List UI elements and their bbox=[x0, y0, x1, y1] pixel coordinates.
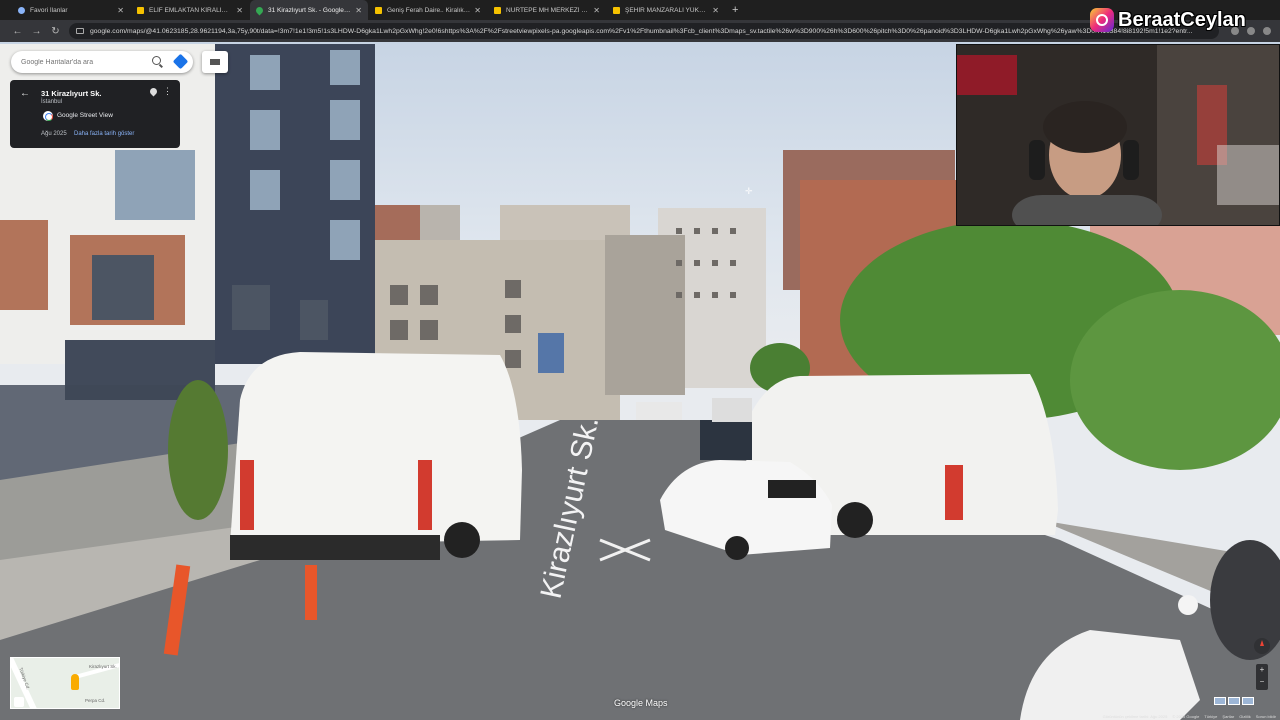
source-label: Google Street View bbox=[57, 112, 113, 119]
map-label: Kirazlıyurt Sk. bbox=[89, 664, 117, 669]
footer-terms[interactable]: Şartlar bbox=[1222, 714, 1234, 719]
new-tab-button[interactable]: + bbox=[732, 4, 738, 16]
directions-icon[interactable] bbox=[172, 53, 189, 70]
tab-label: NURTEPE MH MERKEZİ KONUM bbox=[506, 6, 589, 14]
google-logo-icon bbox=[43, 111, 53, 121]
footer-report[interactable]: Sorun bildir bbox=[1256, 714, 1276, 719]
site-info-icon[interactable] bbox=[76, 28, 84, 34]
streamer-shirt bbox=[1012, 195, 1162, 225]
shrub bbox=[168, 380, 228, 520]
streamer-hair bbox=[1043, 101, 1127, 153]
photo-thumbnails[interactable] bbox=[1214, 697, 1254, 705]
expand-map-icon[interactable] bbox=[14, 697, 24, 707]
search-icon[interactable] bbox=[152, 56, 161, 65]
close-icon[interactable]: ✕ bbox=[474, 6, 481, 15]
photo-thumbnail[interactable] bbox=[1242, 697, 1254, 705]
close-icon[interactable]: ✕ bbox=[593, 6, 600, 15]
tab-label: ELİF EMLAKTAN KİRALIK 1+1 S bbox=[149, 6, 232, 14]
address-bar[interactable]: google.com/maps/@41.0623185,28.9621194,3… bbox=[69, 23, 1219, 39]
google-maps-watermark: Google Maps bbox=[614, 698, 668, 708]
compass-icon[interactable] bbox=[1254, 638, 1270, 654]
tab-label: Favori İlanlar bbox=[30, 6, 68, 14]
tab-label: ŞEHİR MANZARALI YÜKSEK KA bbox=[625, 6, 708, 14]
map-label: Perpa Cd. bbox=[85, 698, 106, 703]
maps-footer: Görüntünün çekilme tarihi: Ağu 2025 © 20… bbox=[1075, 712, 1280, 720]
apartment-building bbox=[605, 235, 685, 395]
crosshair-icon: ✛ bbox=[745, 186, 753, 196]
place-subtitle: İstanbul bbox=[41, 99, 63, 105]
headset bbox=[1123, 140, 1139, 180]
browser-tab-4[interactable]: NURTEPE MH MERKEZİ KONUM ✕ bbox=[488, 0, 606, 20]
sahibinden-icon bbox=[494, 6, 501, 14]
forward-arrow-icon[interactable]: → bbox=[27, 26, 46, 37]
sahibinden-icon bbox=[375, 6, 382, 14]
location-pin-icon[interactable] bbox=[148, 86, 159, 97]
browser-toolbar: ← → ↻ google.com/maps/@41.0623185,28.962… bbox=[0, 20, 1280, 42]
close-icon[interactable]: ✕ bbox=[117, 6, 124, 15]
url-text: google.com/maps/@41.0623185,28.9621194,3… bbox=[90, 27, 1193, 35]
maps-search-box[interactable] bbox=[11, 51, 193, 73]
browser-tab-2[interactable]: 31 Kirazlıyurt Sk. - Google Harit ✕ bbox=[250, 0, 368, 20]
search-input[interactable] bbox=[21, 58, 151, 66]
pegman-icon[interactable] bbox=[71, 674, 79, 690]
reload-icon[interactable]: ↻ bbox=[46, 26, 65, 37]
footer-capture-date: Görüntünün çekilme tarihi: Ağu 2025 bbox=[1102, 713, 1168, 719]
browser-tab-1[interactable]: ELİF EMLAKTAN KİRALIK 1+1 S ✕ bbox=[131, 0, 249, 20]
footer-privacy[interactable]: Gizlilik bbox=[1239, 714, 1251, 719]
browser-tab-5[interactable]: ŞEHİR MANZARALI YÜKSEK KA ✕ bbox=[607, 0, 725, 20]
browser-tab-0[interactable]: Favori İlanlar ✕ bbox=[12, 0, 130, 20]
profile-icon[interactable] bbox=[1263, 27, 1271, 35]
google-maps-icon bbox=[254, 5, 265, 15]
place-info-card: ← 31 Kirazlıyurt Sk. İstanbul ⋮ Google S… bbox=[10, 80, 180, 148]
facade-panel bbox=[0, 220, 48, 310]
layers-icon bbox=[210, 59, 220, 65]
channel-name: BeraatCeylan bbox=[1118, 8, 1246, 31]
van-bumper bbox=[230, 535, 440, 560]
photo-thumbnail[interactable] bbox=[1214, 697, 1226, 705]
tab-label: 31 Kirazlıyurt Sk. - Google Harit bbox=[268, 6, 352, 14]
close-icon[interactable]: ✕ bbox=[355, 6, 362, 15]
screen: Favori İlanlar ✕ ELİF EMLAKTAN KİRALIK 1… bbox=[0, 0, 1280, 720]
white-van-left bbox=[230, 352, 522, 545]
close-icon[interactable]: ✕ bbox=[236, 6, 243, 15]
dark-car bbox=[700, 420, 752, 460]
back-arrow-icon[interactable]: ← bbox=[20, 88, 30, 99]
sahibinden-icon bbox=[137, 6, 144, 14]
footer-copyright: © 2025 Google bbox=[1172, 713, 1200, 719]
headset bbox=[1029, 140, 1045, 180]
tree bbox=[1070, 290, 1280, 470]
extensions-icon[interactable] bbox=[1247, 27, 1255, 35]
minimap[interactable]: Kirazlıyurt Sk. Türkiye Cd. Perpa Cd. bbox=[10, 657, 120, 709]
building-sign bbox=[538, 333, 564, 373]
traffic-bollard bbox=[305, 565, 317, 620]
back-arrow-icon[interactable]: ← bbox=[8, 26, 27, 37]
instagram-icon bbox=[1090, 8, 1114, 32]
globe-icon bbox=[18, 6, 25, 14]
sahibinden-icon bbox=[613, 6, 620, 14]
photo-thumbnail[interactable] bbox=[1228, 697, 1240, 705]
place-title: 31 Kirazlıyurt Sk. bbox=[41, 89, 102, 98]
webcam-feed bbox=[957, 45, 1279, 225]
browser-tab-bar: Favori İlanlar ✕ ELİF EMLAKTAN KİRALIK 1… bbox=[0, 0, 1280, 20]
zoom-control[interactable]: + − bbox=[1256, 664, 1268, 690]
layers-button[interactable] bbox=[202, 51, 228, 73]
capture-date: Ağu 2025 bbox=[41, 131, 67, 137]
webcam-overlay bbox=[956, 44, 1280, 226]
streamer-brand: BeraatCeylan bbox=[1090, 8, 1246, 32]
footer-region[interactable]: Türkiye bbox=[1204, 714, 1217, 719]
more-dates-link[interactable]: Daha fazla tarih göster bbox=[74, 131, 134, 137]
browser-tab-3[interactable]: Geniş Ferah Daire.. Kiralık Da ✕ bbox=[369, 0, 487, 20]
more-options-icon[interactable]: ⋮ bbox=[163, 86, 172, 97]
close-icon[interactable]: ✕ bbox=[712, 6, 719, 15]
tab-label: Geniş Ferah Daire.. Kiralık Da bbox=[387, 6, 471, 14]
